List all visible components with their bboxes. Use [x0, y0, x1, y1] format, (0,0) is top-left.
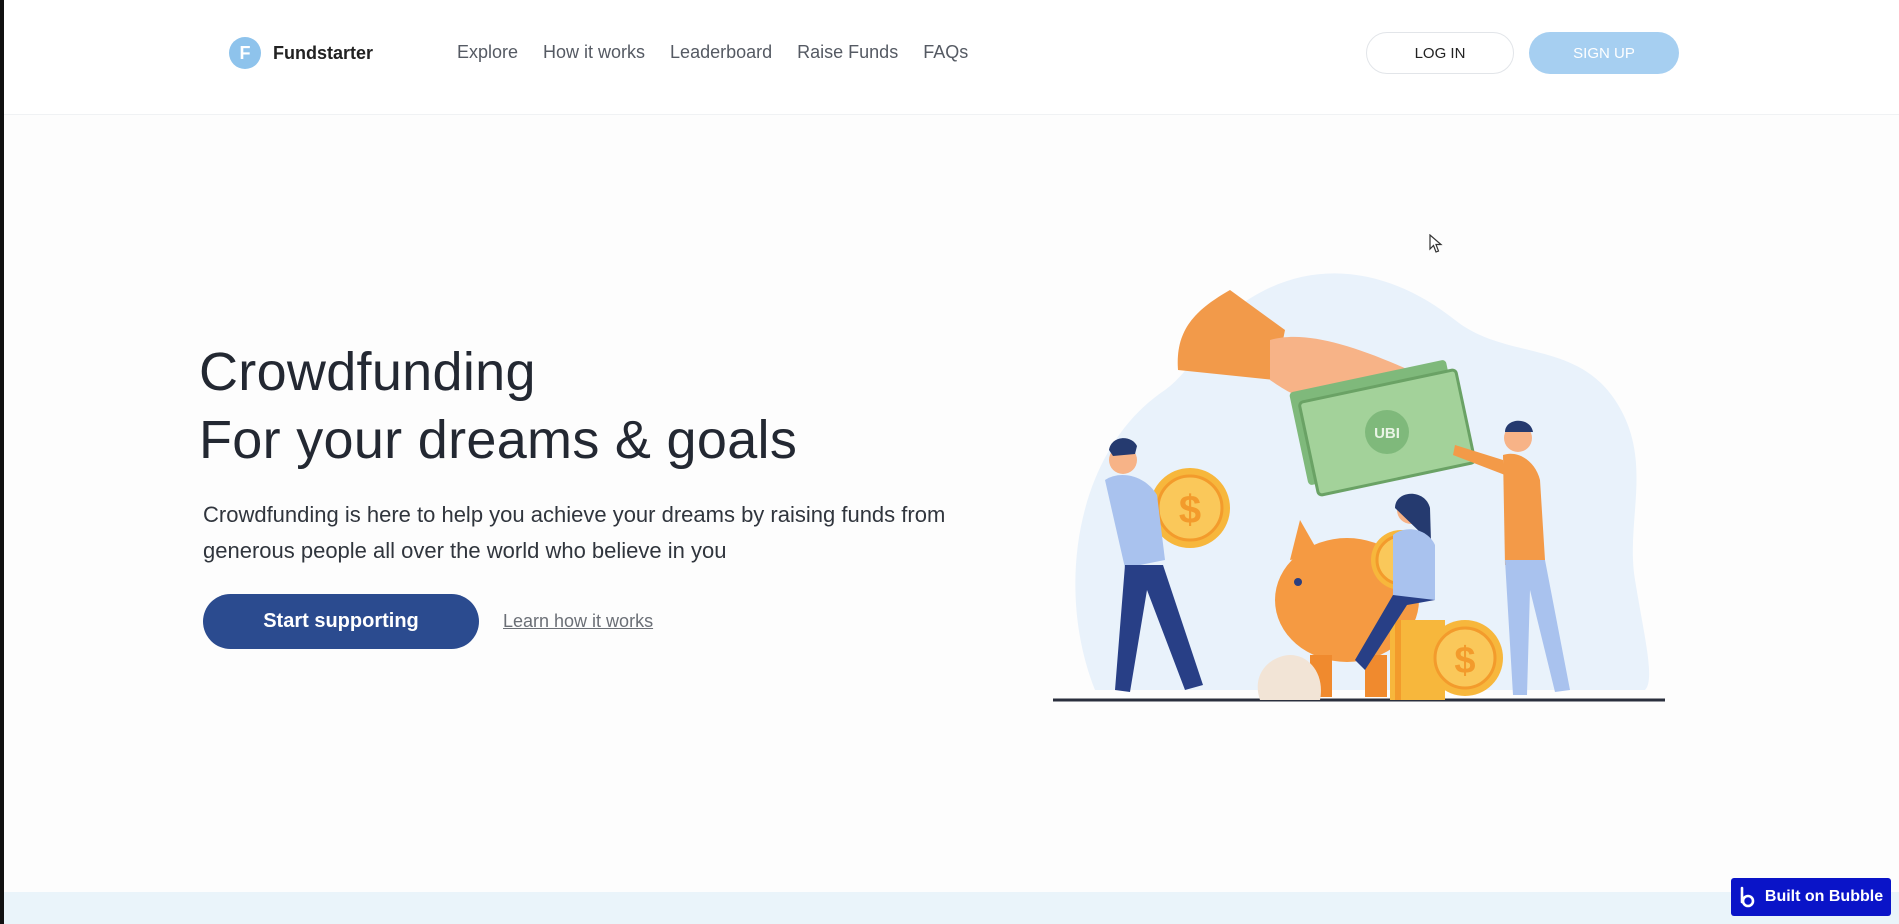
- banknote-label: UBI: [1374, 425, 1400, 442]
- nav-leaderboard[interactable]: Leaderboard: [670, 42, 772, 63]
- brand-name: Fundstarter: [273, 42, 374, 63]
- nav-explore[interactable]: Explore: [457, 42, 518, 63]
- built-on-bubble-badge[interactable]: Built on Bubble: [1731, 878, 1891, 916]
- badge-label: Built on Bubble: [1764, 888, 1884, 905]
- piggy-bank-illustration: UBI $ $ $: [1053, 273, 1665, 702]
- svg-text:$: $: [1454, 640, 1475, 682]
- signup-button[interactable]: SIGN UP: [1529, 32, 1679, 74]
- main-nav: Explore How it works Leaderboard Raise F…: [457, 42, 993, 63]
- logo-mark-icon: F: [229, 37, 261, 69]
- hero-title: Crowdfunding For your dreams & goals: [199, 338, 797, 474]
- bubble-logo-icon: [1740, 886, 1755, 908]
- start-supporting-button[interactable]: Start supporting: [203, 594, 479, 649]
- hero-title-line-1: Crowdfunding: [199, 342, 536, 402]
- login-button[interactable]: LOG IN: [1366, 32, 1514, 74]
- nav-how-it-works[interactable]: How it works: [543, 42, 645, 63]
- next-section-band: [4, 892, 1899, 924]
- brand-logo[interactable]: F Fundstarter: [229, 37, 373, 69]
- coin-right-icon: $: [1427, 620, 1503, 696]
- svg-text:$: $: [1179, 488, 1201, 532]
- site-header: F Fundstarter Explore How it works Leade…: [4, 0, 1899, 115]
- hero-subtitle: Crowdfunding is here to help you achieve…: [203, 502, 946, 563]
- nav-faqs[interactable]: FAQs: [923, 42, 968, 63]
- nav-raise-funds[interactable]: Raise Funds: [797, 42, 898, 63]
- learn-how-it-works-link[interactable]: Learn how it works: [503, 611, 653, 632]
- mouse-cursor-icon: [1429, 233, 1443, 259]
- hero-title-line-2: For your dreams & goals: [199, 410, 798, 470]
